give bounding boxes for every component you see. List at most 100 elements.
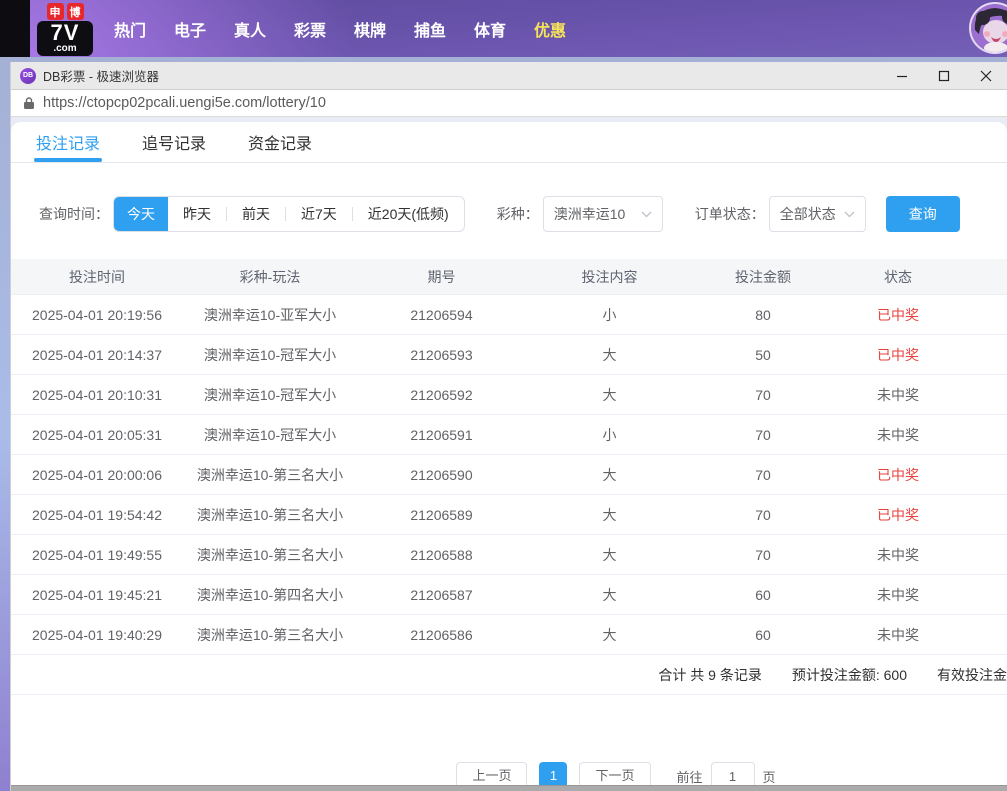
cell-play: 澳洲幸运10-第三名大小 (183, 625, 357, 645)
tab-label: 投注记录 (36, 130, 100, 154)
page-background: 投注记录 追号记录 资金记录 查询时间： 今天 昨天 前天 (11, 117, 1007, 791)
tab-bet-records[interactable]: 投注记录 (36, 122, 100, 162)
browser-urlbar[interactable]: https://ctopcp02pcali.uengi5e.com/lotter… (11, 90, 1007, 117)
time-option-day-before[interactable]: 前天 (227, 197, 285, 231)
cell-amount: 60 (693, 587, 833, 603)
table-row: 2025-04-01 19:45:21 澳洲幸运10-第四名大小 2120658… (11, 575, 1007, 615)
lottery-select[interactable]: 澳洲幸运10 (543, 196, 663, 232)
header-bet-content: 投注内容 (526, 267, 693, 287)
bet-records-table: 投注时间 彩种-玩法 期号 投注内容 投注金额 状态 2025-04-01 20… (11, 259, 1007, 695)
nav-item-promo[interactable]: 优惠 (520, 17, 580, 41)
tab-label: 追号记录 (142, 130, 206, 154)
lock-icon (23, 96, 35, 110)
cell-amount: 80 (693, 307, 833, 323)
time-filter-label: 查询时间： (39, 204, 109, 224)
page-unit-label: 页 (763, 767, 776, 786)
tab-fund-records[interactable]: 资金记录 (248, 122, 312, 162)
records-card: 投注记录 追号记录 资金记录 查询时间： 今天 昨天 前天 (11, 122, 1007, 791)
header-edge-block (0, 0, 30, 57)
minimize-icon[interactable] (881, 62, 923, 89)
search-button[interactable]: 查询 (886, 196, 960, 232)
cell-play: 澳洲幸运10-冠军大小 (183, 425, 357, 445)
cell-issue: 21206587 (357, 587, 526, 603)
window-title: DB彩票 - 极速浏览器 (43, 66, 159, 85)
cell-amount: 70 (693, 547, 833, 563)
cell-issue: 21206588 (357, 547, 526, 563)
summary-expected-amount: 预计投注金额: 600 (792, 665, 907, 685)
time-option-yesterday[interactable]: 昨天 (168, 197, 226, 231)
cell-issue: 21206592 (357, 387, 526, 403)
header-bet-amount: 投注金额 (693, 267, 833, 287)
cell-time: 2025-04-01 19:49:55 (11, 547, 183, 563)
window-controls (881, 62, 1007, 89)
table-row: 2025-04-01 20:19:56 澳洲幸运10-亚军大小 21206594… (11, 295, 1007, 335)
url-text[interactable]: https://ctopcp02pcali.uengi5e.com/lotter… (43, 95, 326, 111)
cell-status: 未中奖 (833, 385, 963, 405)
cell-amount: 70 (693, 427, 833, 443)
cell-content: 大 (526, 625, 693, 645)
cell-issue: 21206590 (357, 467, 526, 483)
table-row: 2025-04-01 20:14:37 澳洲幸运10-冠军大小 21206593… (11, 335, 1007, 375)
header-play-type: 彩种-玩法 (183, 267, 357, 287)
nav-item-live[interactable]: 真人 (220, 17, 280, 41)
cell-issue: 21206586 (357, 627, 526, 643)
cell-amount: 70 (693, 507, 833, 523)
time-option-7days[interactable]: 近7天 (286, 197, 352, 231)
site-nav: 热门 电子 真人 彩票 棋牌 捕鱼 体育 优惠 (100, 0, 580, 57)
cell-status: 未中奖 (833, 545, 963, 565)
order-status-select[interactable]: 全部状态 (769, 196, 866, 232)
cell-status: 未中奖 (833, 425, 963, 445)
tab-chase-records[interactable]: 追号记录 (142, 122, 206, 162)
header-issue: 期号 (357, 267, 526, 287)
lottery-filter-label: 彩种： (497, 204, 539, 224)
site-header: 申 博 7V .com 热门 电子 真人 彩票 棋牌 捕鱼 体育 优惠 (0, 0, 1007, 57)
table-header-row: 投注时间 彩种-玩法 期号 投注内容 投注金额 状态 (11, 259, 1007, 295)
close-icon[interactable] (965, 62, 1007, 89)
cell-play: 澳洲幸运10-第三名大小 (183, 465, 357, 485)
cell-play: 澳洲幸运10-第三名大小 (183, 505, 357, 525)
cell-status: 已中奖 (833, 465, 963, 485)
cell-time: 2025-04-01 20:10:31 (11, 387, 183, 403)
cell-issue: 21206594 (357, 307, 526, 323)
cell-content: 大 (526, 385, 693, 405)
window-bottom-frame (11, 785, 1007, 791)
cell-status: 已中奖 (833, 305, 963, 325)
header-status: 状态 (833, 267, 963, 287)
cell-amount: 60 (693, 627, 833, 643)
time-option-20days[interactable]: 近20天(低频) (353, 197, 464, 231)
table-row: 2025-04-01 19:54:42 澳洲幸运10-第三名大小 2120658… (11, 495, 1007, 535)
time-option-today[interactable]: 今天 (114, 197, 168, 231)
user-avatar[interactable] (969, 2, 1007, 54)
maximize-icon[interactable] (923, 62, 965, 89)
summary-total-count: 合计 共 9 条记录 (658, 665, 761, 685)
nav-item-fishing[interactable]: 捕鱼 (400, 17, 460, 41)
status-select-value: 全部状态 (780, 204, 836, 224)
cell-play: 澳洲幸运10-第四名大小 (183, 585, 357, 605)
logo-main-text: 7V (37, 22, 93, 44)
table-row: 2025-04-01 20:05:31 澳洲幸运10-冠军大小 21206591… (11, 415, 1007, 455)
lottery-select-value: 澳洲幸运10 (554, 204, 626, 224)
cell-play: 澳洲幸运10-第三名大小 (183, 545, 357, 565)
table-row: 2025-04-01 19:49:55 澳洲幸运10-第三名大小 2120658… (11, 535, 1007, 575)
cell-time: 2025-04-01 19:40:29 (11, 627, 183, 643)
nav-item-sports[interactable]: 体育 (460, 17, 520, 41)
table-row: 2025-04-01 20:00:06 澳洲幸运10-第三名大小 2120659… (11, 455, 1007, 495)
browser-titlebar[interactable]: DB DB彩票 - 极速浏览器 (11, 62, 1007, 90)
cell-content: 小 (526, 425, 693, 445)
nav-item-lottery[interactable]: 彩票 (280, 17, 340, 41)
cell-content: 大 (526, 345, 693, 365)
site-logo[interactable]: 申 博 7V .com (36, 3, 94, 56)
cell-content: 大 (526, 545, 693, 565)
nav-item-hot[interactable]: 热门 (100, 17, 160, 41)
nav-item-chess[interactable]: 棋牌 (340, 17, 400, 41)
time-range-group: 今天 昨天 前天 近7天 近20天(低频) (113, 196, 465, 232)
goto-label: 前往 (677, 767, 703, 786)
logo-badge-bo: 博 (67, 3, 84, 20)
record-tabs: 投注记录 追号记录 资金记录 (11, 122, 1007, 163)
table-row: 2025-04-01 19:40:29 澳洲幸运10-第三名大小 2120658… (11, 615, 1007, 655)
nav-item-slots[interactable]: 电子 (160, 17, 220, 41)
cell-content: 大 (526, 585, 693, 605)
cell-amount: 50 (693, 347, 833, 363)
cell-issue: 21206589 (357, 507, 526, 523)
cell-content: 大 (526, 505, 693, 525)
